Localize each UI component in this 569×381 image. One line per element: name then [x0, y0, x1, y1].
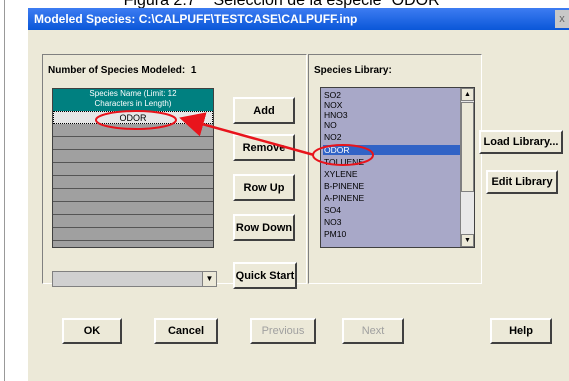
grid-header: Species Name (Limit: 12 Characters in Le…	[53, 89, 213, 111]
list-item-selected[interactable]: ODOR	[323, 145, 460, 155]
species-count-label: Number of Species Modeled: 1	[48, 65, 196, 76]
list-item[interactable]: XYLENE	[323, 169, 460, 179]
list-item[interactable]: TOLUENE	[323, 157, 460, 167]
grid-header-line2: Characters in Length)	[94, 99, 172, 108]
list-item[interactable]: A-PINENE	[323, 193, 460, 203]
row-down-button[interactable]: Row Down	[233, 214, 295, 241]
next-button[interactable]: Next	[342, 318, 404, 344]
grid-row[interactable]	[53, 137, 213, 150]
scroll-up-icon[interactable]: ▲	[461, 88, 474, 101]
grid-row[interactable]	[53, 176, 213, 189]
list-item[interactable]: HNO3	[323, 110, 460, 120]
library-scrollbar[interactable]: ▲ ▼	[460, 88, 474, 247]
list-item[interactable]: NO	[323, 120, 460, 130]
scroll-down-icon[interactable]: ▼	[461, 234, 474, 247]
list-item[interactable]: PM10	[323, 229, 460, 239]
list-item[interactable]: SO4	[323, 205, 460, 215]
quick-start-button[interactable]: Quick Start	[233, 262, 297, 289]
species-library-label: Species Library:	[314, 65, 392, 76]
grid-row[interactable]	[53, 163, 213, 176]
grid-row[interactable]	[53, 228, 213, 241]
grid-row[interactable]	[53, 215, 213, 228]
list-item[interactable]: NO2	[323, 132, 460, 142]
ok-button[interactable]: OK	[62, 318, 122, 344]
grid-header-line1: Species Name (Limit: 12	[89, 89, 177, 98]
grid-row[interactable]	[53, 189, 213, 202]
grid-row[interactable]: ODOR	[53, 111, 213, 124]
page-margin-line	[4, 0, 5, 381]
load-library-button[interactable]: Load Library...	[479, 130, 563, 154]
add-button[interactable]: Add	[233, 97, 295, 124]
list-item[interactable]: B-PINENE	[323, 181, 460, 191]
grid-row[interactable]	[53, 202, 213, 215]
species-combo[interactable]: ▼	[52, 271, 217, 287]
remove-button[interactable]: Remove	[233, 134, 295, 161]
list-item[interactable]: NO3	[323, 217, 460, 227]
dialog-title: Modeled Species: C:\CALPUFF\TESTCASE\CAL…	[28, 8, 569, 30]
modeled-species-dialog: Modeled Species: C:\CALPUFF\TESTCASE\CAL…	[28, 8, 569, 381]
row-up-button[interactable]: Row Up	[233, 174, 295, 201]
list-item[interactable]: SO2	[323, 90, 460, 100]
close-button[interactable]: x	[555, 10, 569, 28]
cancel-button[interactable]: Cancel	[154, 318, 218, 344]
edit-library-button[interactable]: Edit Library	[486, 170, 558, 194]
species-count-value: 1	[190, 65, 197, 76]
species-library-list[interactable]: SO2 NOX HNO3 NO NO2 ODOR TOLUENE XYLENE …	[320, 87, 475, 248]
grid-row[interactable]	[53, 150, 213, 163]
chevron-down-icon[interactable]: ▼	[202, 272, 216, 286]
grid-row[interactable]	[53, 124, 213, 137]
scroll-thumb[interactable]	[461, 102, 474, 192]
species-count-text: Number of Species Modeled:	[48, 65, 186, 76]
previous-button[interactable]: Previous	[250, 318, 316, 344]
species-grid[interactable]: Species Name (Limit: 12 Characters in Le…	[52, 88, 214, 248]
list-item[interactable]: NOX	[323, 100, 460, 110]
help-button[interactable]: Help	[490, 318, 552, 344]
